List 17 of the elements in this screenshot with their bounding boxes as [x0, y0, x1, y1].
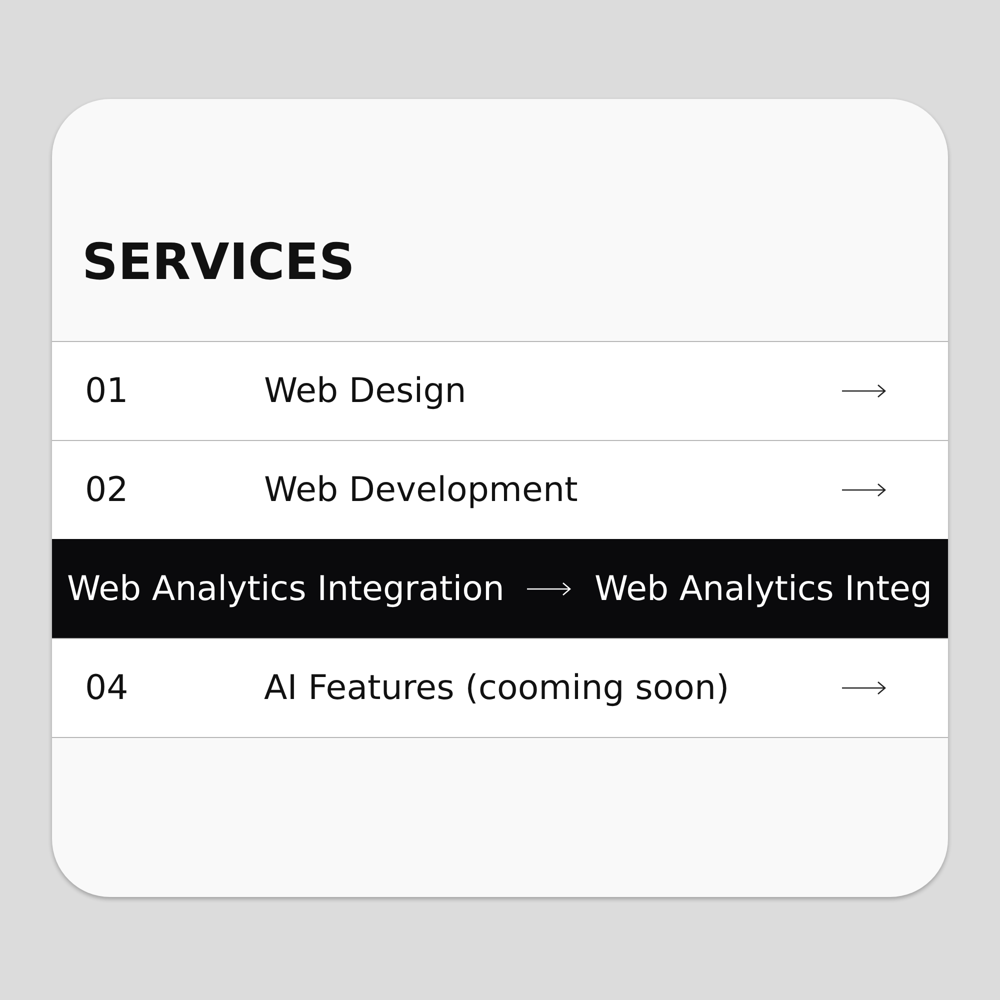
arrow-right-icon	[842, 483, 886, 497]
service-row[interactable]: 04 AI Features (cooming soon)	[52, 638, 948, 737]
arrow-right-icon	[842, 384, 886, 398]
arrow-right-icon	[527, 582, 572, 596]
marquee-banner[interactable]: Web Analytics Integration Web Analytics Integ	[52, 539, 948, 638]
service-title: Web Analytics Integration	[67, 568, 504, 608]
section-title: SERVICES	[82, 237, 355, 287]
service-title: AI Features (cooming soon)	[264, 668, 730, 708]
arrow-right-icon	[842, 681, 886, 695]
service-title: Web Development	[264, 470, 579, 510]
service-title: Web Design	[264, 371, 468, 411]
service-number: 04	[85, 668, 130, 708]
service-row[interactable]: 02 Web Development	[52, 440, 948, 539]
service-row[interactable]: 01 Web Design	[52, 341, 948, 440]
service-number: 01	[85, 371, 130, 411]
service-number: 02	[85, 470, 130, 510]
service-title: Web Analytics Integ	[594, 568, 932, 608]
